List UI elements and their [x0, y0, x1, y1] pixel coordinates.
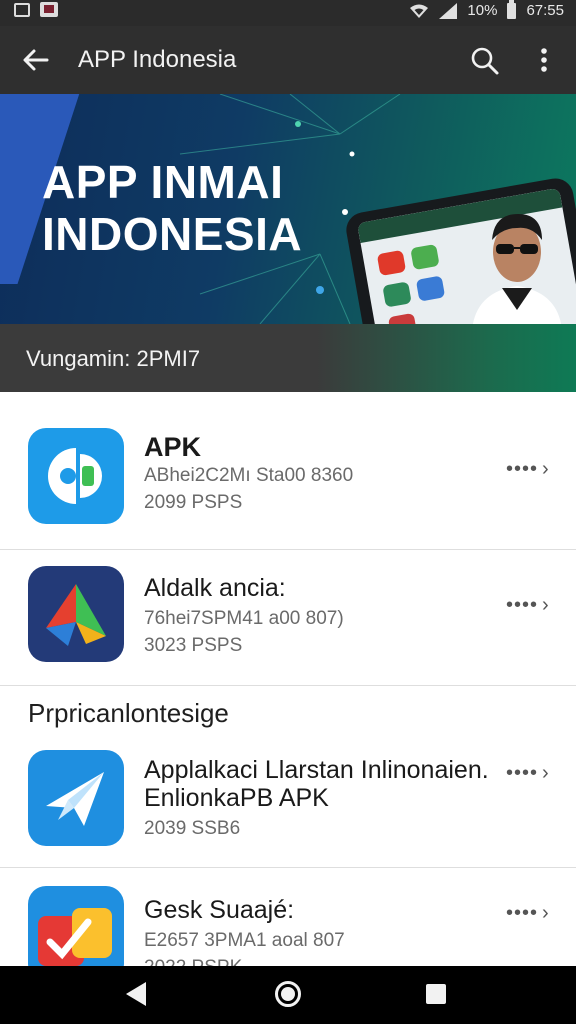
more-dots: ••••	[506, 458, 539, 480]
banner-caption-bar: Vungamin: 2PMI7	[0, 324, 576, 392]
app-name-line2: EnlionkaPB APK	[144, 784, 329, 812]
search-icon[interactable]	[470, 46, 500, 76]
phone-app-tile	[410, 243, 440, 271]
chevron-right-icon: ›	[542, 458, 550, 480]
status-indicators: 10% 67:55	[409, 0, 564, 19]
more-dots: ••••	[506, 902, 539, 924]
nav-back-icon[interactable]	[126, 982, 146, 1006]
phone-app-tile	[387, 312, 418, 324]
back-arrow-icon[interactable]	[20, 46, 50, 74]
app-meta-line1: 2039 SSB6	[144, 818, 241, 839]
banner-caption: Vungamin: 2PMI7	[26, 346, 201, 371]
battery-icon	[507, 0, 517, 19]
more-dots: ••••	[506, 762, 539, 784]
more-vert-icon[interactable]	[532, 46, 556, 76]
person-illustration	[473, 214, 561, 324]
list-item[interactable]: Aldalk ancia: 76hei7SPM41 a00 807) 3023 …	[0, 550, 576, 686]
app-name: Aldalk ancia:	[144, 574, 286, 602]
featured-banner[interactable]: APP INMAI INDONESIA	[0, 94, 576, 324]
app-meta-line2: 2099 PSPS	[144, 492, 243, 513]
clock: 67:55	[526, 2, 564, 19]
notification-icons	[14, 2, 58, 17]
app-icon-aldalk	[28, 566, 124, 662]
list-item[interactable]: Applalkaci Llarstan Inlinonaien. Enlionk…	[0, 734, 576, 868]
more-options-icon[interactable]: •••• ›	[506, 902, 552, 924]
more-options-icon[interactable]: •••• ›	[506, 458, 552, 480]
notification-icon	[14, 2, 30, 17]
app-name: APK	[144, 432, 202, 462]
battery-percent: 10%	[467, 2, 498, 19]
phone-app-tile	[382, 281, 412, 308]
banner-headline-line1: APP INMAI	[42, 156, 284, 208]
gallery-notification-icon	[40, 2, 58, 17]
more-options-icon[interactable]: •••• ›	[506, 594, 552, 616]
signal-icon	[439, 2, 458, 19]
wifi-icon	[410, 4, 429, 18]
system-nav-bar	[0, 966, 576, 1024]
app-meta-line1: 76hei7SPM41 a00 807)	[144, 608, 344, 629]
list-item[interactable]: APK ABhei2C2Mı Sta00 8360 2099 PSPS ••••…	[0, 392, 576, 550]
app-meta-line1: ABhei2C2Mı Sta00 8360	[144, 465, 354, 486]
banner-headline: APP INMAI INDONESIA	[42, 156, 302, 260]
more-dots: ••••	[506, 594, 539, 616]
chevron-right-icon: ›	[542, 762, 550, 784]
more-options-icon[interactable]: •••• ›	[506, 762, 552, 784]
app-icon-applalkaci	[28, 750, 124, 846]
nav-recent-icon[interactable]	[426, 984, 446, 1004]
list-item[interactable]: Gesk Suaajé: E2657 3PMA1 aoal 807 2022 P…	[0, 868, 576, 982]
banner-headline-line2: INDONESIA	[42, 208, 303, 260]
chevron-right-icon: ›	[542, 594, 550, 616]
phone-app-tile	[376, 249, 407, 277]
app-icon-apk	[28, 428, 124, 524]
phone-app-tile	[415, 275, 446, 302]
app-bar: APP Indonesia	[0, 26, 576, 94]
app-name-line1: Applalkaci Llarstan Inlinonaien.	[144, 756, 489, 784]
screen: 10% 67:55 APP Indonesia APP INMAI INDONE…	[0, 0, 576, 1024]
chevron-right-icon: ›	[542, 902, 550, 924]
page-title: APP Indonesia	[78, 46, 237, 73]
app-name: Gesk Suaajé:	[144, 896, 295, 924]
app-meta-line2: 3023 PSPS	[144, 635, 243, 656]
status-bar: 10% 67:55	[0, 0, 576, 26]
app-meta-line1: E2657 3PMA1 aoal 807	[144, 930, 345, 951]
nav-home-icon[interactable]	[275, 981, 301, 1007]
section-title: Prpricanlontesige	[28, 698, 229, 728]
